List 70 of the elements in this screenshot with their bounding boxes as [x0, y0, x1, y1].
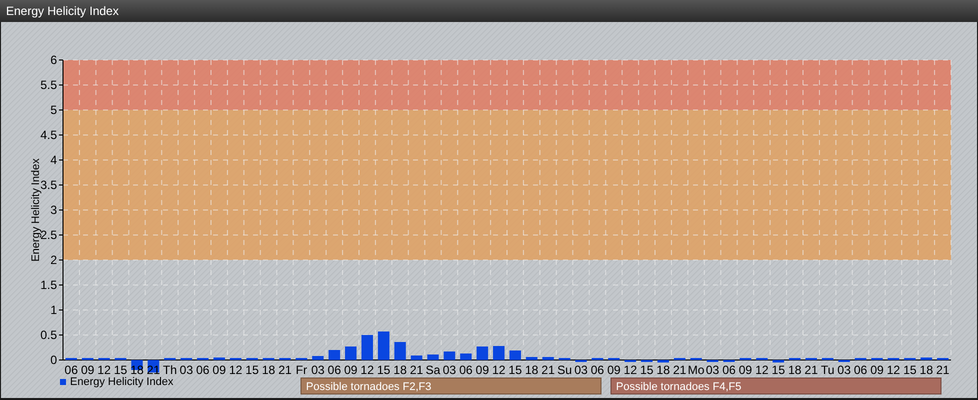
tornado-zone-label: Possible tornadoes F2,F3 — [300, 378, 602, 394]
x-tick-label: 21 — [936, 363, 950, 377]
x-tick-label: 03 — [837, 363, 851, 377]
y-tick-label: 2 — [50, 253, 57, 267]
x-tick-label: 15 — [376, 363, 390, 377]
x-tick-label: 18 — [788, 363, 802, 377]
y-tick-label: 3.5 — [40, 178, 57, 192]
y-tick-label: 3 — [50, 203, 57, 217]
x-tick-label: 12 — [886, 363, 900, 377]
x-tick-label: 06 — [590, 363, 604, 377]
x-tick-label: 06 — [64, 363, 78, 377]
y-tick-label: 1.5 — [40, 278, 57, 292]
x-tick-label: 18 — [656, 363, 670, 377]
x-tick-label: 15 — [640, 363, 654, 377]
x-tick-label: 03 — [442, 363, 456, 377]
x-tick-label: 06 — [722, 363, 736, 377]
x-tick-label: 06 — [328, 363, 342, 377]
x-tick-label: 21 — [672, 363, 686, 377]
x-tick-label: 09 — [607, 363, 621, 377]
window-title: Energy Helicity Index — [6, 4, 119, 18]
x-tick-label: Th — [162, 363, 177, 377]
x-tick-label: 03 — [574, 363, 588, 377]
y-tick-label: 5 — [50, 103, 57, 117]
x-tick-label: 18 — [524, 363, 538, 377]
x-tick-label: 15 — [114, 363, 128, 377]
y-tick-label: 5.5 — [40, 78, 57, 92]
x-tick-label: 12 — [755, 363, 769, 377]
x-tick-label: 06 — [459, 363, 473, 377]
x-tick-label: 03 — [706, 363, 720, 377]
x-tick-label: 06 — [196, 363, 210, 377]
x-tick-label: 03 — [311, 363, 325, 377]
x-tick-label: 09 — [80, 363, 94, 377]
x-tick-label: Tu — [820, 363, 834, 377]
x-tick-label: 15 — [903, 363, 917, 377]
y-tick-label: 0.5 — [40, 328, 57, 342]
x-tick-label: 21 — [410, 363, 424, 377]
x-tick-label: 21 — [541, 363, 555, 377]
x-tick-label: 09 — [344, 363, 358, 377]
x-tick-label: 12 — [97, 363, 111, 377]
x-tick-label: 18 — [920, 363, 934, 377]
y-tick-label: 0 — [50, 353, 57, 367]
x-tick-label: 18 — [262, 363, 276, 377]
legend-label: Energy Helicity Index — [70, 376, 174, 388]
x-tick-label: 09 — [212, 363, 226, 377]
y-tick-label: 4.5 — [40, 128, 57, 142]
x-tick-label: 09 — [476, 363, 490, 377]
x-tick-label: Sa — [426, 363, 440, 377]
y-tick-label: 6 — [50, 53, 57, 67]
x-tick-label: 18 — [393, 363, 407, 377]
x-tick-label: Fr — [296, 363, 308, 377]
x-tick-label: 12 — [228, 363, 242, 377]
tornado-zone-label: Possible tornadoes F4,F5 — [610, 378, 942, 394]
x-tick-label: 12 — [360, 363, 374, 377]
x-tick-label: 06 — [854, 363, 868, 377]
x-tick-label: Mo — [688, 363, 704, 377]
x-tick-label: 15 — [245, 363, 259, 377]
x-tick-label: 12 — [492, 363, 506, 377]
y-tick-label: 4 — [50, 153, 57, 167]
y-axis-title: Energy Helicity Index — [30, 158, 42, 262]
x-tick-label: 03 — [180, 363, 194, 377]
x-tick-label: 15 — [772, 363, 786, 377]
y-tick-label: 1 — [50, 303, 57, 317]
x-tick-label: Su — [557, 363, 572, 377]
x-tick-label: 21 — [278, 363, 292, 377]
y-tick-label: 2.5 — [40, 228, 57, 242]
x-tick-label: 09 — [870, 363, 884, 377]
x-tick-label: 21 — [804, 363, 818, 377]
x-tick-label: 09 — [738, 363, 752, 377]
x-tick-label: 15 — [508, 363, 522, 377]
x-tick-label: 12 — [624, 363, 638, 377]
